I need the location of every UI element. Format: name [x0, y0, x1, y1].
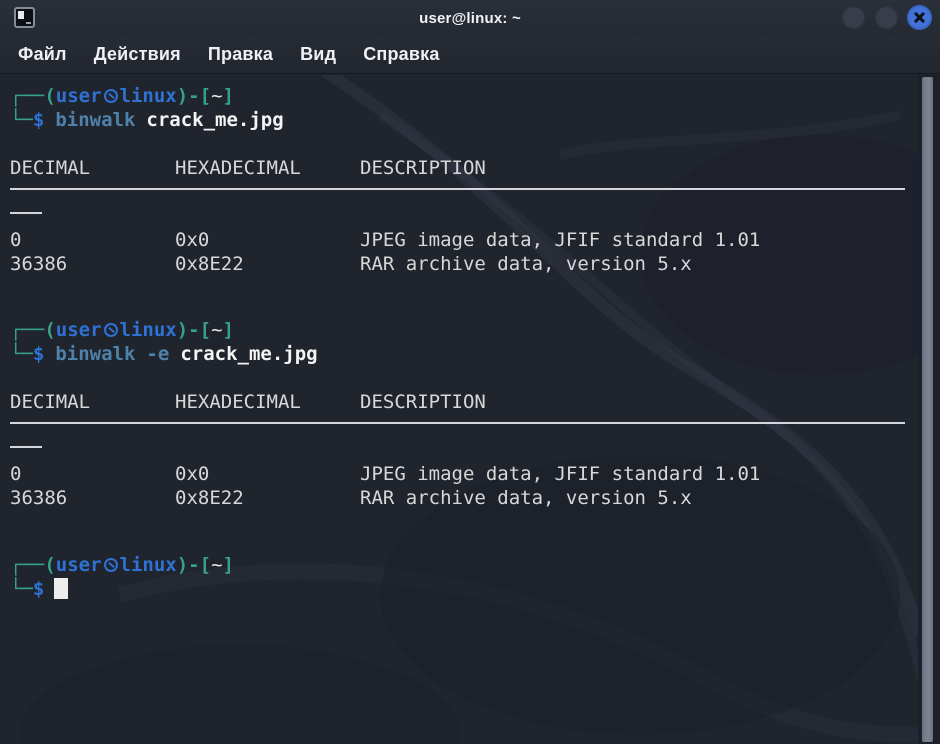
table-separator-line	[10, 414, 940, 438]
prompt-line-2: └─$	[10, 577, 940, 601]
terminal-cursor	[54, 578, 68, 599]
command-text: binwalk	[55, 343, 135, 365]
minimize-button[interactable]	[841, 5, 866, 30]
header-description: DESCRIPTION	[360, 157, 486, 179]
command-block-3: ┌──(userlinux)-[~] └─$	[10, 553, 940, 601]
table-separator-wrap	[10, 204, 940, 228]
kali-at-icon	[104, 558, 118, 572]
menubar: Файл Действия Правка Вид Справка	[0, 36, 940, 74]
terminal-output: ┌──(userlinux)-[~] └─$ binwalk crack_me.jp…	[0, 75, 940, 744]
table-header-row: DECIMALHEXADECIMALDESCRIPTION	[10, 156, 940, 180]
close-icon	[909, 7, 930, 28]
header-decimal: DECIMAL	[10, 390, 175, 414]
terminal-screen[interactable]: ┌──(userlinux)-[~] └─$ binwalk crack_me.jp…	[0, 75, 940, 744]
prompt-line-1: ┌──(userlinux)-[~]	[10, 84, 940, 108]
menu-item-actions[interactable]: Действия	[94, 44, 181, 65]
window-title: user@linux: ~	[0, 0, 940, 36]
command-argument: crack_me.jpg	[180, 343, 317, 365]
maximize-button[interactable]	[874, 5, 899, 30]
command-block-1: ┌──(userlinux)-[~] └─$binwalkcrack_me.jp…	[10, 84, 940, 276]
menu-item-file[interactable]: Файл	[18, 44, 67, 65]
prompt-line-2: └─$binwalkcrack_me.jpg	[10, 108, 940, 132]
kali-at-icon	[104, 323, 118, 337]
prompt-line-1: ┌──(userlinux)-[~]	[10, 553, 940, 577]
prompt-line-2: └─$binwalk-ecrack_me.jpg	[10, 342, 940, 366]
scrollbar-thumb[interactable]	[922, 77, 933, 742]
table-header-row: DECIMALHEXADECIMALDESCRIPTION	[10, 390, 940, 414]
command-block-2: ┌──(userlinux)-[~] └─$binwalk-ecrack_me.…	[10, 318, 940, 510]
command-flag: -e	[146, 343, 169, 365]
scrollbar[interactable]	[918, 75, 940, 744]
command-argument: crack_me.jpg	[146, 109, 283, 131]
table-row: 363860x8E22RAR archive data, version 5.x	[10, 486, 940, 510]
close-button[interactable]	[907, 5, 932, 30]
command-text: binwalk	[55, 109, 135, 131]
terminal-window: user@linux: ~ Файл Действия Правка Вид С…	[0, 0, 940, 744]
header-description: DESCRIPTION	[360, 391, 486, 413]
table-row: 00x0JPEG image data, JFIF standard 1.01	[10, 462, 940, 486]
header-hexadecimal: HEXADECIMAL	[175, 390, 360, 414]
header-hexadecimal: HEXADECIMAL	[175, 156, 360, 180]
table-row: 363860x8E22RAR archive data, version 5.x	[10, 252, 940, 276]
table-separator-line	[10, 180, 940, 204]
kali-at-icon	[104, 89, 118, 103]
window-controls	[841, 5, 932, 30]
table-row: 00x0JPEG image data, JFIF standard 1.01	[10, 228, 940, 252]
menu-item-view[interactable]: Вид	[300, 44, 336, 65]
titlebar[interactable]: user@linux: ~	[0, 0, 940, 36]
table-separator-wrap	[10, 438, 940, 462]
menu-item-help[interactable]: Справка	[363, 44, 439, 65]
prompt-line-1: ┌──(userlinux)-[~]	[10, 318, 940, 342]
menu-item-edit[interactable]: Правка	[208, 44, 273, 65]
header-decimal: DECIMAL	[10, 156, 175, 180]
